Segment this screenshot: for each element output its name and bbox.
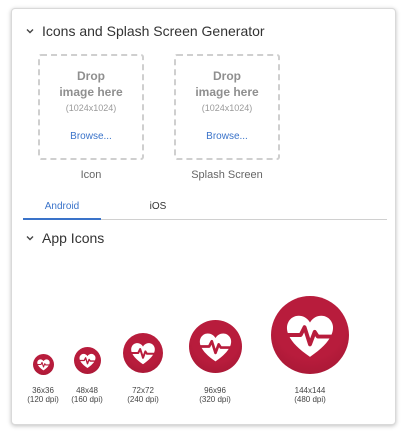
icon-size: 72x72 — [132, 386, 154, 395]
icon-dpi: (320 dpi) — [199, 395, 231, 404]
icon-dpi: (240 dpi) — [127, 395, 159, 404]
dropzone-caption: Splash Screen — [191, 169, 263, 181]
icon-size-caption: 48x48 (160 dpi) — [57, 386, 117, 404]
icon-size: 96x96 — [204, 386, 226, 395]
heartbeat-icon — [196, 332, 234, 361]
icon-dpi: (160 dpi) — [71, 395, 103, 404]
tab-ios[interactable]: iOS — [119, 201, 197, 212]
icon-size-caption: 144x144 (480 dpi) — [280, 386, 340, 404]
chevron-down-icon — [26, 234, 34, 242]
dropzone-label: Drop image here — [40, 68, 142, 100]
heartbeat-icon — [35, 358, 51, 370]
app-icons-section-header[interactable]: App Icons — [26, 230, 104, 246]
heartbeat-icon — [77, 353, 97, 368]
dropzone-line1: Drop — [213, 69, 241, 83]
dropzone-size: (1024x1024) — [65, 103, 117, 113]
tab-android[interactable]: Android — [23, 201, 101, 212]
dropzone-line2: image here — [59, 85, 123, 99]
icon-size: 48x48 — [76, 386, 98, 395]
icon-size-caption: 96x96 (320 dpi) — [185, 386, 245, 404]
dropzone-label: Drop image here — [176, 68, 278, 100]
app-icon-preview — [123, 333, 163, 373]
app-icon-preview — [271, 296, 349, 374]
section-title: App Icons — [42, 230, 105, 246]
icon-dpi: (480 dpi) — [294, 395, 326, 404]
dropzone-size: (1024x1024) — [201, 103, 253, 113]
app-icon-preview — [32, 353, 54, 375]
browse-link[interactable]: Browse... — [176, 131, 278, 142]
generator-section-header[interactable]: Icons and Splash Screen Generator — [26, 23, 265, 39]
chevron-down-icon — [26, 27, 34, 35]
tab-label: Android — [44, 201, 80, 212]
dropzone-line1: Drop — [77, 69, 105, 83]
icon-dropzone[interactable]: Drop image here (1024x1024) Browse... — [38, 54, 144, 160]
browse-link[interactable]: Browse... — [40, 131, 142, 142]
heartbeat-icon — [283, 315, 337, 357]
active-tab-indicator — [23, 218, 101, 220]
icon-size: 144x144 — [294, 386, 326, 395]
app-icon-preview — [188, 319, 242, 373]
dropzone-caption: Icon — [80, 169, 102, 181]
app-icon-preview — [73, 346, 101, 374]
platform-tabs: Android iOS — [23, 197, 387, 220]
section-title: Icons and Splash Screen Generator — [42, 23, 265, 39]
generator-panel: Icons and Splash Screen Generator Drop i… — [11, 8, 396, 425]
dropzone-line2: image here — [195, 85, 259, 99]
heartbeat-icon — [129, 343, 157, 365]
splash-dropzone[interactable]: Drop image here (1024x1024) Browse... — [174, 54, 280, 160]
icon-size-caption: 72x72 (240 dpi) — [113, 386, 173, 404]
tab-label: iOS — [149, 201, 167, 212]
